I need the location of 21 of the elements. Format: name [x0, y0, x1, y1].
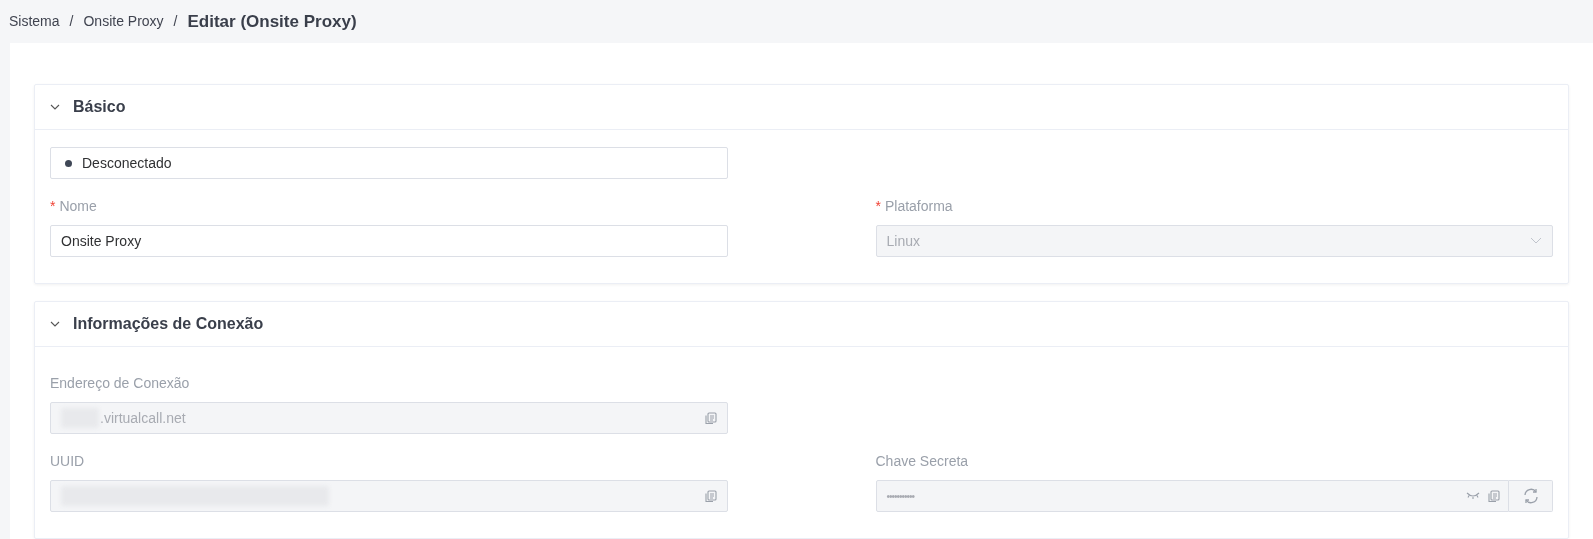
- page-title: Editar (Onsite Proxy): [187, 10, 357, 33]
- refresh-button[interactable]: [1509, 480, 1553, 512]
- status-text: Desconectado: [82, 153, 172, 173]
- breadcrumb-separator: /: [68, 12, 75, 31]
- field-label: Endereço de Conexão: [50, 373, 190, 393]
- breadcrumb-link[interactable]: Sistema: [9, 11, 60, 32]
- chevron-down-icon: [50, 104, 60, 110]
- chevron-down-icon: [1530, 237, 1542, 245]
- field-label: Plataforma: [884, 196, 953, 216]
- required-asterisk: *: [875, 196, 881, 216]
- breadcrumb-link[interactable]: Onsite Proxy: [83, 11, 164, 32]
- refresh-icon: [1521, 487, 1540, 505]
- section-header[interactable]: Informações de Conexão: [35, 302, 1568, 347]
- input-field[interactable]: Onsite Proxy: [50, 225, 728, 257]
- section-header[interactable]: Básico: [35, 85, 1568, 130]
- field-label: UUID: [50, 451, 85, 471]
- chevron-down-icon: [50, 321, 60, 327]
- field-label: Nome: [59, 196, 97, 216]
- required-asterisk: *: [50, 196, 56, 216]
- breadcrumb-separator: /: [172, 12, 179, 31]
- field-label: Chave Secreta: [875, 451, 969, 471]
